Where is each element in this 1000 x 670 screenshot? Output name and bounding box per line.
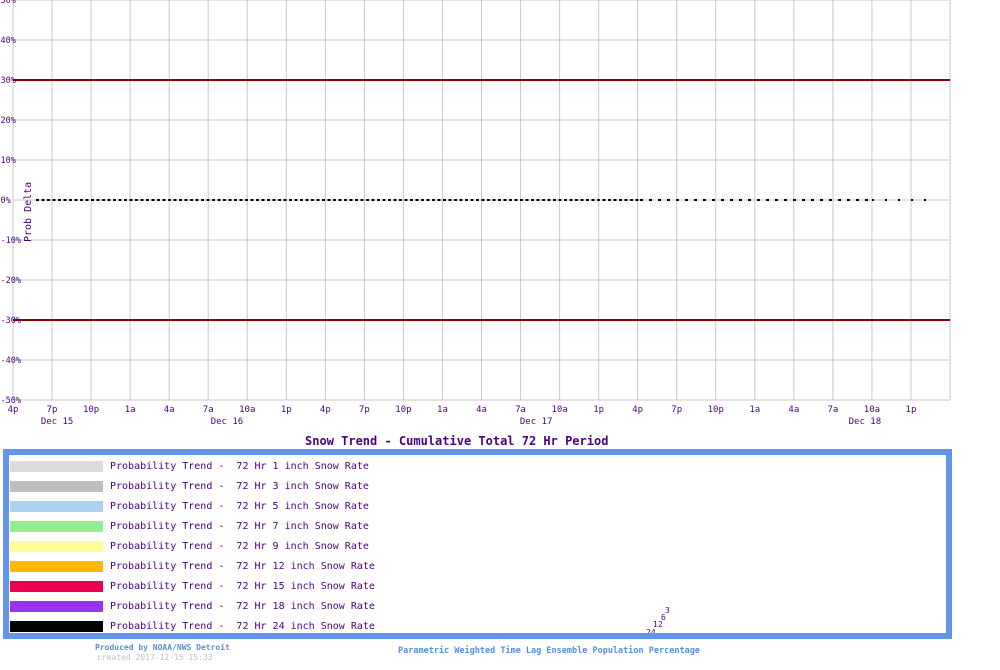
legend-item: Probability Trend - 72 Hr 9 inch Snow Ra…: [9, 536, 489, 556]
svg-text:10p: 10p: [83, 405, 99, 415]
legend-item: Probability Trend - 72 Hr 1 inch Snow Ra…: [9, 456, 489, 476]
legend-item: Probability Trend - 72 Hr 7 inch Snow Ra…: [9, 516, 489, 536]
legend-item: Probability Trend - 72 Hr 5 inch Snow Ra…: [9, 496, 489, 516]
svg-text:10a: 10a: [864, 405, 880, 415]
svg-text:1p: 1p: [593, 405, 604, 415]
legend-item-label: Probability Trend - 72 Hr 18 inch Snow R…: [110, 600, 375, 612]
legend-item-label: Probability Trend - 72 Hr 9 inch Snow Ra…: [110, 540, 369, 552]
svg-text:50%: 50%: [1, 0, 16, 6]
svg-text:10p: 10p: [708, 405, 724, 415]
svg-text:-30%: -30%: [1, 316, 21, 326]
svg-text:4p: 4p: [320, 405, 331, 415]
legend-swatch-4: [10, 540, 103, 552]
legend-item: Probability Trend - 72 Hr 24 inch Snow R…: [9, 616, 489, 633]
svg-text:1p: 1p: [906, 405, 917, 415]
svg-text:10p: 10p: [395, 405, 411, 415]
legend-panel: Probability Trend - 72 Hr 1 inch Snow Ra…: [3, 449, 952, 639]
svg-text:0%: 0%: [1, 196, 11, 206]
footer-created-timestamp: created 2017-12-15 15:33: [97, 653, 213, 662]
legend-rows: Probability Trend - 72 Hr 1 inch Snow Ra…: [9, 456, 489, 633]
svg-text:7a: 7a: [827, 405, 838, 415]
svg-text:-40%: -40%: [1, 356, 21, 366]
legend-swatch-5: [10, 560, 103, 572]
x-axis-labels: 4p 7p 10p 1a 4a 7a 10a 1p 4p 7p 10p 1a 4a 7a 10a 1p 4p 7p…: [8, 405, 917, 415]
svg-text:10a: 10a: [551, 405, 567, 415]
svg-text:-20%: -20%: [1, 276, 21, 286]
legend-item-label: Probability Trend - 72 Hr 3 inch Snow Ra…: [110, 480, 369, 492]
legend-item-label: Probability Trend - 72 Hr 1 inch Snow Ra…: [110, 460, 369, 472]
trend-level-24: 24: [646, 628, 656, 637]
svg-text:-10%: -10%: [1, 236, 21, 246]
legend-item-label: Probability Trend - 72 Hr 7 inch Snow Ra…: [110, 520, 369, 532]
y-axis-labels: 50%40%30%20%10%0%-10%-20%-30%-40%-50%: [1, 0, 21, 406]
snow-trend-chart: 50% 40% 30% 20% 10% 0% -10% -20% -30% -40% -50% Pro…: [0, 0, 1000, 430]
svg-text:10%: 10%: [1, 156, 16, 166]
svg-text:7p: 7p: [671, 405, 682, 415]
svg-text:40%: 40%: [1, 36, 16, 46]
svg-text:7p: 7p: [359, 405, 370, 415]
svg-text:4p: 4p: [632, 405, 643, 415]
legend-swatch-3: [10, 520, 103, 532]
probability-delta-plot: 50%40%30%20%10%0%-10%-20%-30%-40%-50%Pro…: [1, 0, 951, 427]
svg-text:4a: 4a: [788, 405, 799, 415]
y-axis-title: Prob Delta: [23, 182, 34, 242]
chart-title: Snow Trend - Cumulative Total 72 Hr Peri…: [305, 434, 609, 448]
svg-text:4a: 4a: [476, 405, 487, 415]
legend-item-label: Probability Trend - 72 Hr 12 inch Snow R…: [110, 560, 375, 572]
legend-item: Probability Trend - 72 Hr 12 inch Snow R…: [9, 556, 489, 576]
svg-text:4p: 4p: [8, 405, 19, 415]
svg-text:Dec 16: Dec 16: [211, 417, 244, 427]
svg-text:Dec 18: Dec 18: [849, 417, 882, 427]
svg-text:30%: 30%: [1, 76, 16, 86]
legend-swatch-0: [10, 460, 103, 472]
svg-text:Dec 17: Dec 17: [520, 417, 553, 427]
footer-description: Parametric Weighted Time Lag Ensemble Po…: [398, 646, 700, 656]
legend-swatch-7: [10, 600, 103, 612]
legend-item-label: Probability Trend - 72 Hr 5 inch Snow Ra…: [110, 500, 369, 512]
svg-text:1a: 1a: [125, 405, 136, 415]
footer-produced-by: Produced by NOAA/NWS Detroit: [95, 643, 230, 652]
legend-swatch-8: [10, 620, 103, 632]
legend-item-label: Probability Trend - 72 Hr 24 inch Snow R…: [110, 620, 375, 632]
svg-text:1a: 1a: [749, 405, 760, 415]
svg-text:Dec 15: Dec 15: [41, 417, 74, 427]
legend-item: Probability Trend - 72 Hr 3 inch Snow Ra…: [9, 476, 489, 496]
svg-text:10a: 10a: [239, 405, 255, 415]
svg-text:1p: 1p: [281, 405, 292, 415]
svg-text:7a: 7a: [515, 405, 526, 415]
svg-text:7p: 7p: [47, 405, 58, 415]
legend-item: Probability Trend - 72 Hr 15 inch Snow R…: [9, 576, 489, 596]
legend-item: Probability Trend - 72 Hr 18 inch Snow R…: [9, 596, 489, 616]
svg-text:4a: 4a: [164, 405, 175, 415]
legend-swatch-2: [10, 500, 103, 512]
legend-swatch-1: [10, 480, 103, 492]
date-labels: Dec 15 Dec 16 Dec 17 Dec 18: [41, 417, 881, 427]
legend-swatch-6: [10, 580, 103, 592]
svg-text:1a: 1a: [437, 405, 448, 415]
svg-text:7a: 7a: [203, 405, 214, 415]
legend-item-label: Probability Trend - 72 Hr 15 inch Snow R…: [110, 580, 375, 592]
svg-text:20%: 20%: [1, 116, 16, 126]
